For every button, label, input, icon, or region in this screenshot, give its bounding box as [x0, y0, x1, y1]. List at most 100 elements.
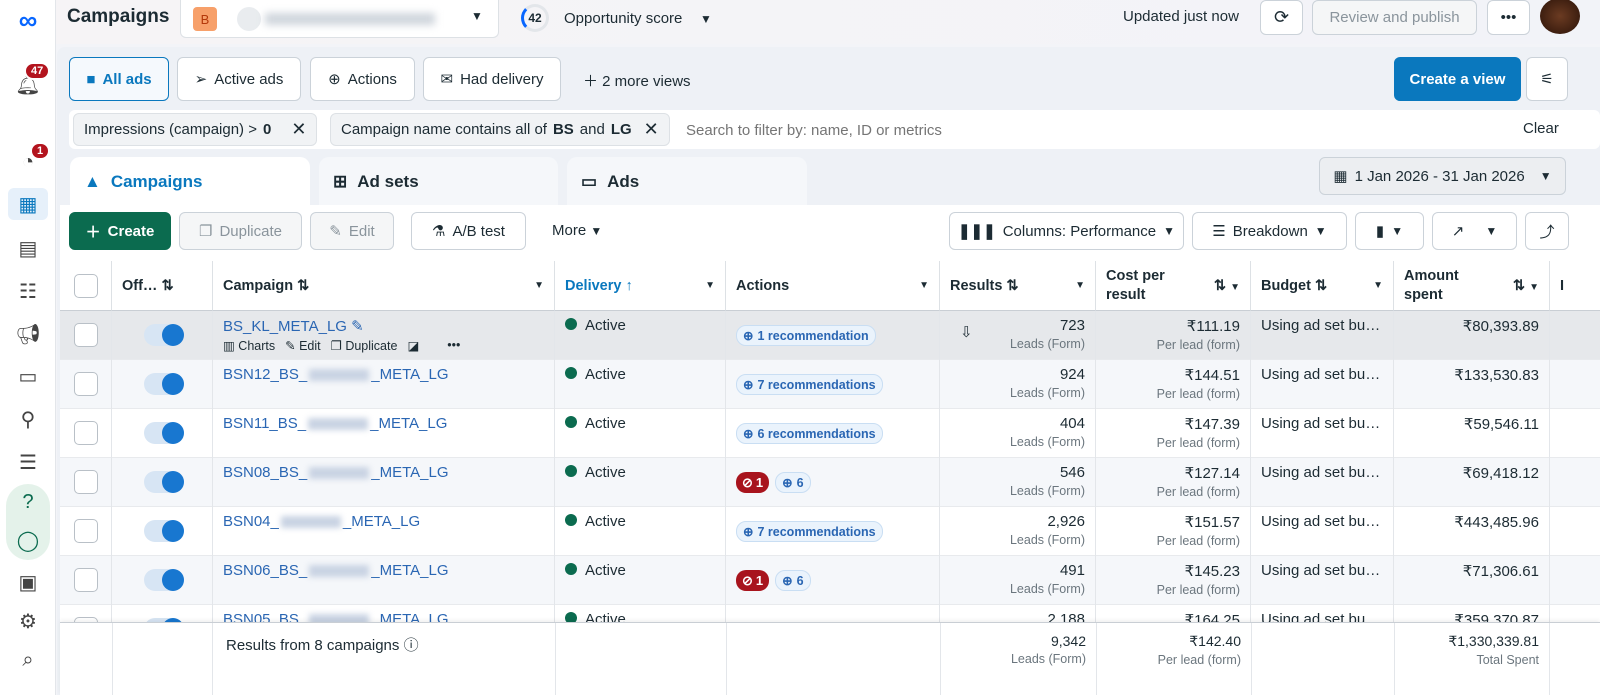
reports-dropdown[interactable]: ▮ ▼: [1355, 212, 1424, 250]
more-icon[interactable]: •••: [447, 338, 460, 353]
filter-search-input[interactable]: [686, 116, 1286, 144]
table-row[interactable]: BSN11_BS_ _META_LG Active ⊕ 6 recommendation…: [60, 409, 1600, 458]
error-badge[interactable]: ⊘ 1: [736, 472, 770, 493]
table-row[interactable]: BS_KL_META_LG ✎ ▥ Charts ✎ Edit ❐ Duplicate…: [60, 311, 1600, 360]
menu-icon[interactable]: ☰: [8, 446, 48, 478]
create-view-button[interactable]: Create a view: [1394, 57, 1521, 101]
columns-dropdown[interactable]: ❚❚❚ Columns: Performance ▼: [949, 212, 1184, 250]
create-button[interactable]: ＋ Create: [69, 212, 171, 250]
campaign-on-off-toggle[interactable]: [144, 422, 184, 444]
table-row[interactable]: BSN06_BS_ _META_LG Active ⊘ 1 ⊕ 6 491 Leads (For…: [60, 556, 1600, 605]
opportunity-score-ring[interactable]: 42: [521, 4, 549, 32]
edit-link[interactable]: ✎ Edit: [285, 338, 321, 353]
more-options-button[interactable]: •••: [1487, 0, 1530, 35]
info-icon[interactable]: ⓘ: [404, 637, 419, 654]
news-icon[interactable]: ▣: [8, 566, 48, 598]
column-header-campaign[interactable]: Campaign ⇅ ▼: [213, 261, 555, 311]
view-had-delivery[interactable]: ✉ Had delivery: [423, 57, 561, 101]
help-icon[interactable]: ?: [8, 486, 48, 518]
column-header-cost-per-result[interactable]: Cost per result ⇅ ▼: [1096, 261, 1251, 311]
open-external-icon[interactable]: ◪: [407, 338, 419, 353]
recommendations-badge[interactable]: ⊕ 7 recommendations: [736, 521, 883, 542]
edit-button[interactable]: ✎ Edit: [310, 212, 394, 250]
campaign-name-link[interactable]: BS_KL_META_LG ✎: [223, 317, 544, 335]
campaign-name-link[interactable]: BSN04_ _META_LG: [223, 513, 544, 530]
megaphone-icon[interactable]: 📢︎: [8, 318, 48, 350]
campaigns-table-icon[interactable]: ▦: [8, 188, 48, 220]
settings-gear-icon[interactable]: ⚙: [8, 605, 48, 637]
campaign-on-off-toggle[interactable]: [144, 324, 184, 346]
error-badge[interactable]: ⊘ 1: [736, 570, 770, 591]
charts-link[interactable]: ▥ Charts: [223, 338, 275, 353]
export-dropdown[interactable]: ↗ ▼: [1432, 212, 1517, 250]
opportunity-score-label[interactable]: Opportunity score: [564, 10, 682, 27]
chevron-down-icon[interactable]: ▼: [700, 12, 712, 26]
row-checkbox[interactable]: [74, 519, 98, 543]
business-tools-icon[interactable]: ⚲: [8, 403, 48, 435]
view-all-ads[interactable]: ■ All ads: [69, 57, 169, 101]
campaign-name-link[interactable]: BSN11_BS_ _META_LG: [223, 415, 544, 432]
campaign-name-link[interactable]: BSN08_BS_ _META_LG: [223, 464, 544, 481]
column-header-budget[interactable]: Budget ⇅ ▼: [1251, 261, 1394, 311]
row-checkbox[interactable]: [74, 372, 98, 396]
table-row[interactable]: BSN08_BS_ _META_LG Active ⊘ 1 ⊕ 6 546 Leads (For…: [60, 458, 1600, 507]
filter-chip-impressions[interactable]: Impressions (campaign) > 0 ✕: [73, 113, 318, 146]
more-views-button[interactable]: ＋ 2 more views: [583, 70, 691, 91]
chat-icon[interactable]: ◯: [8, 524, 48, 556]
campaign-on-off-toggle[interactable]: [144, 471, 184, 493]
pencil-icon[interactable]: ✎: [351, 318, 364, 335]
bell-icon[interactable]: 🔔︎ 47: [8, 62, 51, 100]
row-checkbox[interactable]: [74, 470, 98, 494]
charts-toggle-button[interactable]: ⤴: [1525, 212, 1569, 250]
duplicate-link[interactable]: ❐ Duplicate: [331, 338, 398, 353]
refresh-button[interactable]: ⟳: [1260, 0, 1303, 35]
download-icon[interactable]: ⇩: [960, 323, 973, 341]
view-settings-button[interactable]: ⚟: [1526, 57, 1568, 101]
account-selector[interactable]: B ▼: [180, 0, 499, 38]
gauge-icon[interactable]: ◔ 1: [8, 142, 51, 178]
clear-filters-button[interactable]: Clear: [1523, 120, 1559, 137]
column-header-next[interactable]: I: [1550, 261, 1600, 311]
recommendations-badge[interactable]: ⊕ 6: [775, 570, 811, 591]
view-active-ads[interactable]: ➢ Active ads: [177, 57, 301, 101]
audiences-icon[interactable]: ☷: [8, 275, 48, 307]
column-header-off[interactable]: Off… ⇅: [112, 261, 213, 311]
column-header-delivery[interactable]: Delivery ↑ ▼: [555, 261, 726, 311]
header-label: Budget: [1261, 277, 1311, 294]
table-row[interactable]: BSN04_ _META_LG Active ⊕ 7 recommendations 2,…: [60, 507, 1600, 556]
row-checkbox[interactable]: [74, 421, 98, 445]
campaign-name-link[interactable]: BSN06_BS_ _META_LG: [223, 562, 544, 579]
table-row[interactable]: BSN12_BS_ _META_LG Active ⊕ 7 recommendation…: [60, 360, 1600, 409]
campaign-on-off-toggle[interactable]: [144, 373, 184, 395]
recommendations-badge[interactable]: ⊕ 6: [775, 472, 811, 493]
billing-card-icon[interactable]: ▭: [8, 360, 48, 392]
recommendations-badge[interactable]: ⊕ 1 recommendation: [736, 325, 876, 346]
tab-ads[interactable]: ▭ Ads: [567, 157, 807, 207]
ab-test-button[interactable]: ⚗ A/B test: [411, 212, 526, 250]
column-header-actions[interactable]: Actions ▼: [726, 261, 940, 311]
recommendations-badge[interactable]: ⊕ 7 recommendations: [736, 374, 883, 395]
select-all-checkbox[interactable]: [74, 273, 98, 298]
campaign-on-off-toggle[interactable]: [144, 520, 184, 542]
close-icon[interactable]: ✕: [291, 119, 306, 140]
recommendations-badge[interactable]: ⊕ 6 recommendations: [736, 423, 883, 444]
date-range-picker[interactable]: ▦ 1 Jan 2026 - 31 Jan 2026 ▼: [1319, 157, 1566, 195]
column-header-results[interactable]: Results ⇅ ▼: [940, 261, 1096, 311]
meta-logo[interactable]: ∞: [8, 4, 48, 36]
column-header-amount-spent[interactable]: Amount spent ⇅ ▼: [1394, 261, 1550, 311]
view-actions[interactable]: ⊕ Actions: [310, 57, 415, 101]
duplicate-button[interactable]: ❐ Duplicate: [179, 212, 302, 250]
campaign-on-off-toggle[interactable]: [144, 569, 184, 591]
filter-chip-campaign-name[interactable]: Campaign name contains all of BS and LG ✕: [330, 113, 670, 146]
review-publish-button[interactable]: Review and publish: [1312, 0, 1477, 35]
row-checkbox[interactable]: [74, 568, 98, 592]
pages-icon[interactable]: ▤: [8, 232, 48, 264]
row-checkbox[interactable]: [74, 323, 98, 347]
breakdown-dropdown[interactable]: ☰ Breakdown ▼: [1192, 212, 1347, 250]
tab-campaigns[interactable]: ▲ Campaigns: [70, 157, 310, 207]
campaign-name-link[interactable]: BSN12_BS_ _META_LG: [223, 366, 544, 383]
close-icon[interactable]: ✕: [644, 119, 659, 140]
more-dropdown[interactable]: More ▼: [552, 222, 602, 239]
search-icon[interactable]: ⌕: [8, 644, 48, 676]
tab-ad-sets[interactable]: ⊞ Ad sets: [319, 157, 558, 207]
